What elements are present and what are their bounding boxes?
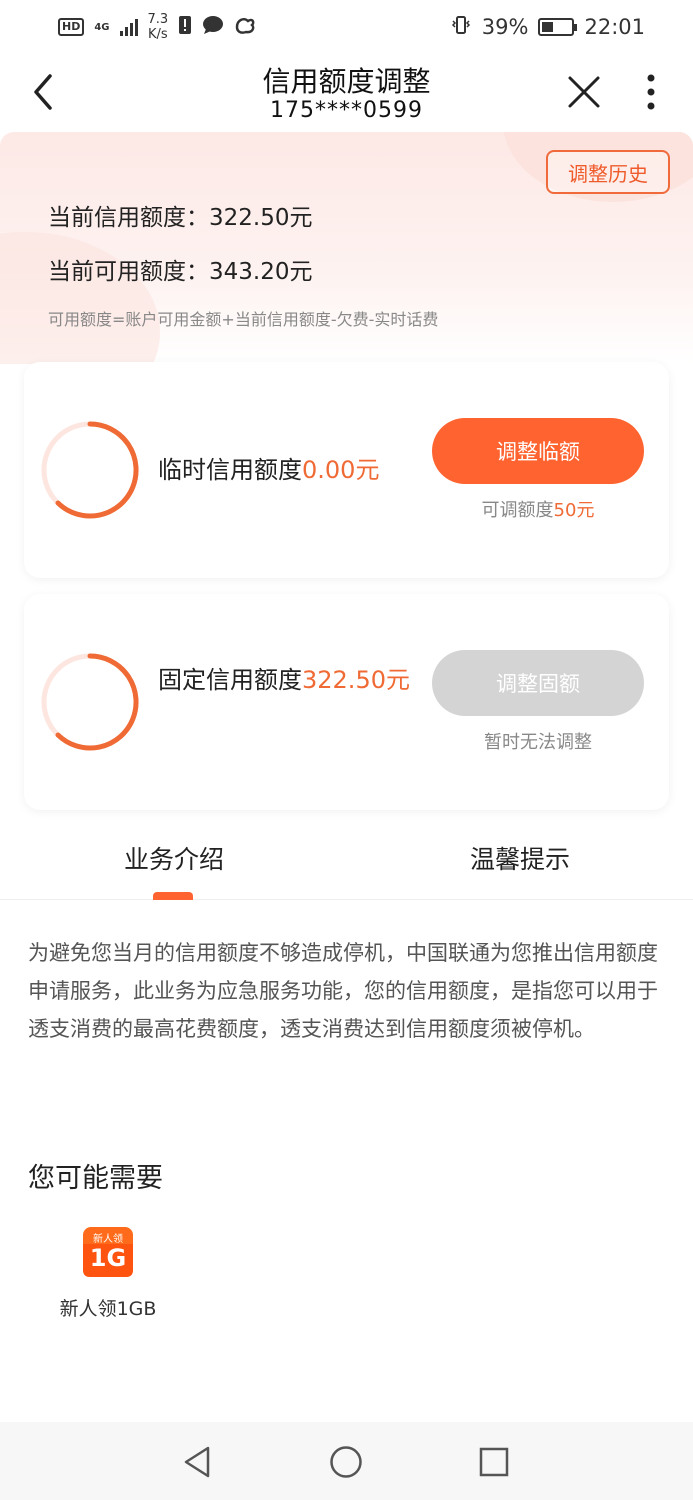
- fixed-credit-title: 固定信用额度: [158, 666, 302, 694]
- adjust-fixed-credit-button[interactable]: 调整固额: [432, 650, 644, 716]
- network-speed: 7.3 K/s: [148, 12, 169, 42]
- temporary-credit-amount: 0.00元: [302, 456, 380, 484]
- business-intro-text: 为避免您当月的信用额度不够造成停机，中国联通为您推出信用额度申请服务，此业务为应…: [28, 941, 658, 1041]
- message-icon: [202, 15, 224, 40]
- hd-badge: HD: [58, 18, 85, 36]
- new-user-icon-main: 1G: [89, 1244, 127, 1272]
- uc-browser-icon: [234, 15, 256, 40]
- tab-tips[interactable]: 温馨提示: [400, 840, 640, 876]
- new-user-icon-caption: 新人领: [93, 1234, 123, 1245]
- temporary-credit-card: 临时信用额度0.00元 调整临额 可调额度50元: [24, 362, 669, 578]
- system-navigation-bar: [0, 1422, 693, 1500]
- fixed-credit-amount: 322.50元: [302, 666, 410, 694]
- tab-business-intro[interactable]: 业务介绍: [54, 840, 294, 876]
- alert-icon: [178, 15, 192, 40]
- vibrate-icon: [450, 15, 472, 40]
- adjustable-amount-note: 可调额度50元: [432, 496, 644, 522]
- status-bar: HD 4G 7.3 K/s 39% 22:01: [0, 0, 693, 54]
- status-bar-right: 39% 22:01: [450, 15, 645, 40]
- current-credit-label: 当前信用额度：: [48, 205, 209, 231]
- temporary-credit-ring-icon: [41, 421, 139, 519]
- network-speed-unit: K/s: [148, 27, 168, 42]
- temporary-credit-label: 临时信用额度0.00元: [158, 450, 428, 490]
- adjustable-amount-value: 50元: [553, 500, 595, 521]
- network-speed-value: 7.3: [147, 12, 169, 27]
- more-vertical-icon[interactable]: [636, 72, 666, 112]
- current-credit-value: 322.50元: [209, 205, 313, 231]
- adjustable-amount-label: 可调额度: [481, 500, 554, 521]
- available-credit: 当前可用额度：343.20元: [48, 252, 312, 286]
- nav-recents-square-icon[interactable]: [476, 1444, 512, 1480]
- credit-formula: 可用额度=账户可用金额+当前信用额度-欠费-实时话费: [48, 310, 439, 329]
- cannot-adjust-note: 暂时无法调整: [484, 732, 592, 753]
- nav-home-circle-icon[interactable]: [328, 1444, 364, 1480]
- nav-bar: 信用额度调整 175****0599: [0, 54, 693, 132]
- available-credit-value: 343.20元: [209, 259, 313, 285]
- available-credit-label: 当前可用额度：: [48, 259, 209, 285]
- status-bar-left: HD 4G 7.3 K/s: [58, 12, 256, 42]
- fixed-credit-card: 固定信用额度322.50元 调整固额 暂时无法调整: [24, 594, 669, 810]
- temporary-credit-title: 临时信用额度: [158, 456, 302, 484]
- recommend-section-title: 您可能需要: [28, 1163, 163, 1194]
- battery-percent: 39%: [481, 15, 529, 39]
- signal-icon: [119, 18, 138, 36]
- nav-back-triangle-icon[interactable]: [180, 1444, 216, 1480]
- fixed-credit-ring-icon: [41, 653, 139, 751]
- current-credit: 当前信用额度：322.50元: [48, 198, 312, 232]
- fixed-credit-label: 固定信用额度322.50元: [158, 660, 428, 700]
- new-user-1gb-label[interactable]: 新人领1GB: [40, 1294, 176, 1321]
- battery-icon: [538, 18, 578, 36]
- credit-summary: 调整历史 当前信用额度：322.50元 当前可用额度：343.20元 可用额度=…: [0, 132, 693, 364]
- adjust-temporary-credit-button[interactable]: 调整临额: [432, 418, 644, 484]
- adjust-history-button[interactable]: 调整历史: [546, 150, 670, 194]
- active-tab-indicator: [153, 892, 193, 900]
- close-icon[interactable]: [564, 72, 604, 112]
- new-user-1gb-icon[interactable]: 新人领 1G: [82, 1226, 134, 1278]
- network-type: 4G: [94, 21, 110, 33]
- tab-bar: 业务介绍 温馨提示: [0, 812, 693, 900]
- clock: 22:01: [584, 15, 645, 39]
